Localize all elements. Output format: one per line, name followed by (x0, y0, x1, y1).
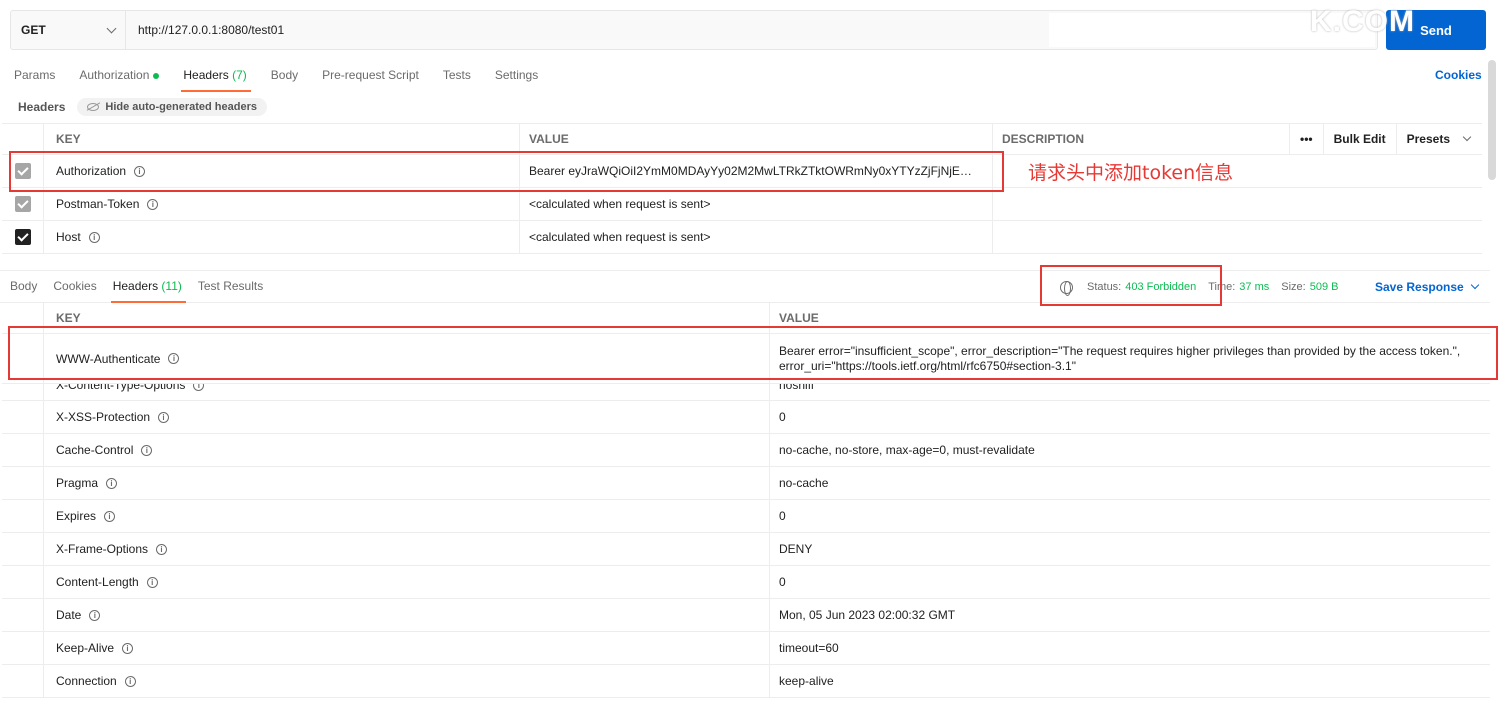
header-value: timeout=60 (779, 641, 839, 655)
table-row: X-Content-Type-Options i nosniff (2, 384, 1490, 401)
tab-params[interactable]: Params (14, 60, 55, 92)
table-row: Cache-Control i no-cache, no-store, max-a… (2, 434, 1490, 467)
table-row: X-Frame-Options i DENY (2, 533, 1490, 566)
chevron-down-icon (106, 23, 117, 33)
table-row: Content-Length i 0 (2, 566, 1490, 599)
header-value: 0 (779, 575, 786, 589)
highlight-box-www-authenticate (8, 326, 1498, 380)
headers-subheader: Headers Hide auto-generated headers (18, 96, 267, 118)
tab-pre-request-script[interactable]: Pre-request Script (322, 60, 419, 92)
time-value[interactable]: 37 ms (1239, 281, 1269, 293)
tab-settings[interactable]: Settings (495, 60, 538, 92)
info-icon: i (158, 411, 170, 423)
eye-off-icon (87, 103, 100, 111)
header-value: 0 (779, 509, 786, 523)
scrollbar[interactable] (1488, 60, 1496, 180)
header-value: <calculated when request is sent> (529, 230, 711, 244)
method-select[interactable]: GET (11, 11, 126, 49)
info-icon: i (193, 384, 205, 391)
header-key: Connection (56, 674, 117, 688)
header-value: 0 (779, 410, 786, 424)
table-row: Keep-Alive i timeout=60 (2, 632, 1490, 665)
tab-test-results[interactable]: Test Results (198, 271, 263, 303)
table-row: Pragma i no-cache (2, 467, 1490, 500)
value-column-header: VALUE (529, 132, 569, 146)
response-bar: Body Cookies Headers (11) Test Results S… (0, 270, 1490, 303)
tab-headers[interactable]: Headers (7) (181, 60, 252, 92)
bulk-edit-button[interactable]: Bulk Edit (1322, 123, 1396, 155)
chevron-down-icon (1470, 280, 1479, 290)
info-icon: i (122, 642, 134, 654)
key-column-header: KEY (56, 311, 81, 325)
header-value: Mon, 05 Jun 2023 02:00:32 GMT (779, 608, 956, 622)
header-key: Content-Length (56, 575, 139, 589)
headers-title: Headers (18, 100, 66, 114)
table-row: Connection i keep-alive (2, 665, 1490, 698)
method-label: GET (21, 23, 46, 37)
header-key: X-Frame-Options (56, 542, 149, 556)
row-checkbox[interactable] (14, 229, 31, 245)
info-icon: i (106, 477, 118, 489)
tab-response-cookies[interactable]: Cookies (53, 271, 96, 303)
info-icon: i (146, 576, 158, 588)
header-value: no-cache (779, 476, 829, 490)
cookies-link[interactable]: Cookies (1435, 68, 1482, 82)
header-key: Keep-Alive (56, 641, 115, 655)
table-row: Expires i 0 (2, 500, 1490, 533)
tab-response-body[interactable]: Body (10, 271, 37, 303)
highlight-box-status (1040, 265, 1222, 306)
header-key: Host (56, 230, 81, 244)
tab-authorization[interactable]: Authorization (79, 60, 160, 92)
info-icon: i (88, 231, 100, 243)
info-icon: i (141, 444, 153, 456)
row-checkbox[interactable] (14, 196, 31, 212)
tab-response-headers[interactable]: Headers (11) (110, 271, 187, 303)
header-value: DENY (779, 542, 813, 556)
annotation-text: 请求头中添加token信息 (1028, 162, 1234, 184)
watermark: K.COM (1310, 5, 1415, 38)
active-dot-icon (153, 72, 160, 79)
info-icon: i (104, 510, 116, 522)
save-response-button[interactable]: Save Response (1375, 271, 1479, 303)
hide-auto-headers-button[interactable]: Hide auto-generated headers (77, 98, 267, 116)
header-value: no-cache, no-store, max-age=0, must-reva… (779, 443, 1035, 457)
highlight-box-authorization (9, 151, 1004, 192)
info-icon: i (124, 675, 136, 687)
header-key: Postman-Token (56, 197, 140, 211)
header-value: nosniff (779, 384, 815, 392)
header-key: Pragma (56, 476, 99, 490)
chevron-down-icon (1462, 132, 1472, 142)
more-options-button[interactable]: ••• (1289, 123, 1323, 155)
header-value: <calculated when request is sent> (529, 197, 711, 211)
request-tabs: Params Authorization Headers (7) Body Pr… (14, 60, 562, 92)
size-label: Size: (1281, 281, 1306, 293)
header-value: keep-alive (779, 674, 834, 688)
info-icon: i (89, 609, 101, 621)
response-tabs: Body Cookies Headers (11) Test Results (10, 271, 279, 303)
description-column-header: DESCRIPTION (1002, 132, 1085, 146)
table-row: X-XSS-Protection i 0 (2, 401, 1490, 434)
header-key: X-XSS-Protection (56, 410, 151, 424)
tab-body[interactable]: Body (271, 60, 298, 92)
table-row: Postman-Token i <calculated when request … (2, 188, 1482, 221)
header-key: Cache-Control (56, 443, 134, 457)
header-key: X-Content-Type-Options (56, 384, 186, 392)
info-icon: i (147, 198, 159, 210)
tab-tests[interactable]: Tests (443, 60, 471, 92)
header-key: Date (56, 608, 82, 622)
header-key: Expires (56, 509, 97, 523)
value-column-header: VALUE (779, 311, 819, 325)
info-icon: i (156, 543, 168, 555)
table-row: Host i <calculated when request is sent> (2, 221, 1482, 254)
table-row: Date i Mon, 05 Jun 2023 02:00:32 GMT (2, 599, 1490, 632)
size-value[interactable]: 509 B (1310, 281, 1339, 293)
presets-dropdown[interactable]: Presets (1395, 123, 1480, 155)
key-column-header: KEY (56, 132, 81, 146)
url-bar: GET http://127.0.0.1:8080/test01 (10, 10, 1378, 50)
